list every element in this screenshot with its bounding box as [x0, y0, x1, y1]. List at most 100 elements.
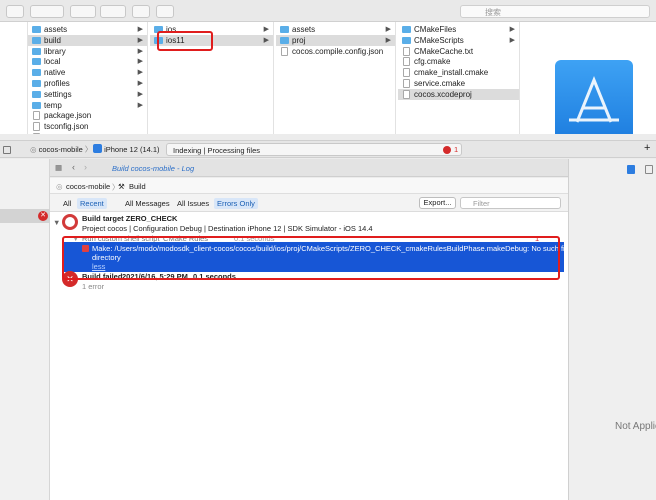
forward-icon[interactable]: › [84, 162, 87, 172]
filter-errors-only[interactable]: Errors Only [214, 198, 258, 209]
finder-item[interactable]: readme.md [28, 132, 147, 134]
filter-all-issues[interactable]: All Issues [174, 198, 212, 209]
finder-column-1[interactable]: assets ▶ build ▶ library ▶ local ▶ native ▶ profil… [28, 22, 148, 134]
folder-icon [280, 26, 289, 33]
finder-item[interactable]: cocos.xcodeproj [398, 88, 519, 100]
disclosure-triangle[interactable]: ▼ [53, 218, 60, 227]
folder-icon [32, 26, 41, 33]
issue-navigator[interactable]: ✕ [0, 159, 50, 500]
finder-item[interactable]: library ▶ [28, 46, 147, 57]
filter-all[interactable]: All [60, 198, 74, 209]
finder-item[interactable]: profiles ▶ [28, 78, 147, 89]
tag-button[interactable] [156, 5, 174, 18]
back-icon[interactable]: ‹ [72, 162, 75, 172]
finder-item-label: native [44, 68, 66, 78]
chevron-right-icon: ▶ [263, 26, 269, 33]
chevron-right-icon: ▶ [137, 90, 143, 98]
finder-item[interactable]: CMakeFiles ▶ [398, 24, 519, 35]
file-icon [33, 111, 40, 121]
search-input[interactable]: 搜索 [460, 5, 650, 18]
export-button[interactable]: Export... [419, 197, 456, 209]
filter-placeholder: Filter [473, 199, 490, 208]
finder-item[interactable]: build ▶ [28, 34, 147, 46]
gear-icon[interactable] [100, 5, 126, 18]
device-selector[interactable]: iPhone 12 (14.1) [93, 144, 160, 156]
error-icon[interactable] [443, 146, 451, 154]
finder-item[interactable]: cocos.compile.config.json [276, 46, 395, 57]
chevron-right-icon: ▶ [137, 26, 143, 33]
finder-item-label: profiles [44, 79, 70, 88]
finder-item[interactable]: CMakeScripts ▶ [398, 35, 519, 46]
folder-icon [402, 26, 411, 33]
folder-icon [32, 80, 41, 87]
chevron-right-icon: ▶ [137, 101, 143, 109]
finder-item-label: package.json [44, 111, 92, 121]
finder-item-label: cmake_install.cmake [414, 68, 489, 78]
chevron-right-icon: ▶ [385, 36, 391, 44]
finder-item[interactable]: cmake_install.cmake [398, 67, 519, 78]
tab-title: Build cocos-mobile - Log [112, 164, 195, 173]
back-button[interactable] [6, 5, 24, 18]
chevron-right-icon: ▶ [137, 80, 143, 87]
sidebar-toggle-icon[interactable] [3, 146, 11, 154]
group-button[interactable] [70, 5, 96, 18]
finder-column-4[interactable]: CMakeFiles ▶ CMakeScripts ▶ CMakeCache.txt cf… [398, 22, 520, 134]
breadcrumb-project[interactable]: cocos-mobile [66, 182, 110, 191]
file-icon [403, 89, 410, 99]
filter-recent[interactable]: Recent [77, 198, 107, 209]
folder-icon [32, 58, 41, 66]
finder-item[interactable]: proj ▶ [276, 34, 395, 46]
finder-item-label: cocos.compile.config.json [292, 46, 384, 56]
finder-item[interactable]: temp ▶ [28, 100, 147, 111]
file-icon [403, 46, 410, 56]
folder-icon [32, 47, 41, 55]
tab-build-log[interactable]: Build cocos-mobile - Log [98, 159, 568, 177]
finder-item[interactable]: native ▶ [28, 67, 147, 78]
breadcrumb-build[interactable]: Build [129, 182, 146, 191]
finder-item[interactable]: local ▶ [28, 56, 147, 67]
finder-item[interactable]: cfg.cmake [398, 56, 519, 67]
no-selection-text: Not Applic [615, 421, 656, 432]
build-error-count: 1 error [82, 282, 105, 291]
grid-icon[interactable]: ▦ [55, 163, 62, 172]
finder-item-label: local [44, 57, 61, 67]
file-inspector-icon[interactable] [627, 165, 635, 174]
finder-item[interactable]: assets ▶ [28, 24, 147, 35]
finder-item[interactable]: tsconfig.json [28, 121, 147, 132]
file-icon [403, 57, 410, 67]
hammer-icon: ⚒ [118, 182, 125, 191]
chevron-right-icon: ▶ [385, 26, 391, 33]
finder-item-label: library [44, 46, 66, 56]
folder-icon [402, 36, 411, 44]
finder-column-3[interactable]: assets ▶ proj ▶ cocos.compile.config.json [276, 22, 396, 134]
finder-item[interactable]: assets ▶ [276, 24, 395, 35]
filter-input[interactable]: Filter [460, 197, 561, 209]
chevron-right-icon: ▶ [137, 58, 143, 66]
add-icon[interactable]: + [644, 142, 650, 154]
finder-item-label: build [44, 35, 61, 45]
file-icon [33, 133, 40, 134]
folder-icon [32, 90, 41, 98]
finder-item[interactable]: settings ▶ [28, 89, 147, 100]
filter-all-messages[interactable]: All Messages [122, 198, 173, 209]
finder-item-label: temp [44, 100, 62, 110]
finder-item[interactable]: CMakeCache.txt [398, 46, 519, 57]
error-icon: ✕ [38, 211, 48, 221]
scheme-selector[interactable]: ◎ cocos-mobile 〉 [30, 144, 92, 156]
view-mode-segmented[interactable] [30, 5, 64, 18]
finder-column-0[interactable] [0, 22, 28, 134]
finder-item-label: tsconfig.json [44, 122, 89, 132]
share-button[interactable] [132, 5, 150, 18]
build-target-icon [62, 214, 78, 230]
finder-item[interactable]: package.json [28, 110, 147, 121]
finder-item[interactable]: service.cmake [398, 78, 519, 89]
finder-item-label: CMakeCache.txt [414, 46, 474, 56]
history-inspector-icon[interactable] [645, 165, 653, 174]
folder-icon [32, 101, 41, 109]
chevron-right-icon: ▶ [509, 36, 515, 44]
editor-tab-bar: ▦ ‹ › Build cocos-mobile - Log [50, 159, 568, 177]
finder-item-label: assets [292, 25, 316, 34]
chevron-right-icon: ▶ [137, 47, 143, 55]
finder-item-label: CMakeFiles [414, 25, 457, 34]
scheme-label: cocos-mobile [38, 145, 83, 154]
